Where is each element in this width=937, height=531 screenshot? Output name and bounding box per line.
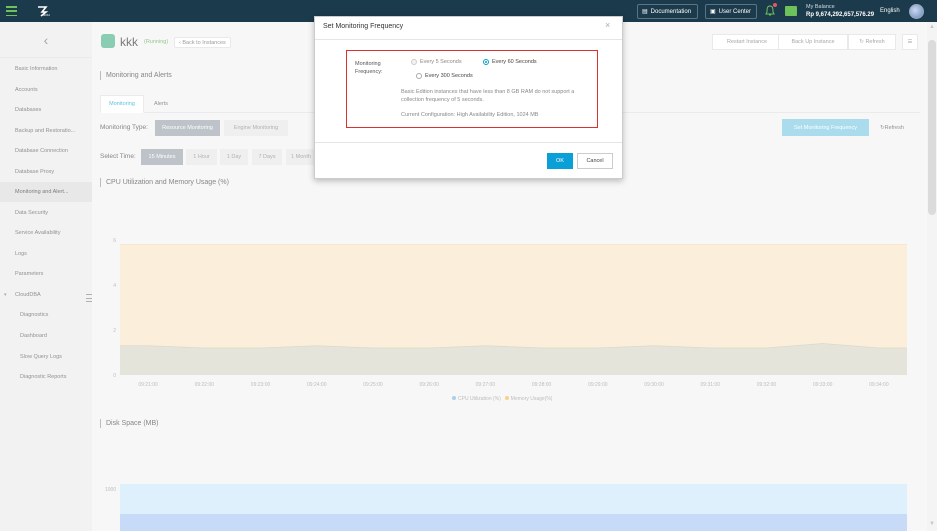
radio-every-300-seconds[interactable]: Every 300 Seconds	[416, 73, 473, 79]
user-icon: ▣	[710, 9, 716, 15]
radio-every-5-seconds[interactable]: Every 5 Seconds	[411, 59, 462, 65]
notification-dot	[773, 3, 777, 7]
wallet-icon[interactable]	[785, 6, 797, 16]
documentation-label: Documentation	[650, 8, 692, 15]
hamburger-menu-icon[interactable]	[6, 6, 17, 16]
user-center-label: User Center	[718, 8, 752, 15]
document-icon: ▤	[642, 9, 648, 15]
radio-label: Every 300 Seconds	[425, 73, 473, 79]
radio-icon	[411, 59, 417, 65]
radio-checked-icon	[483, 59, 489, 65]
dialog-title: Set Monitoring Frequency	[323, 23, 404, 30]
balance-label: My Balance	[806, 4, 835, 10]
logo-text: dou	[43, 12, 50, 17]
set-frequency-dialog: Set Monitoring Frequency × Monitoring Fr…	[314, 16, 623, 179]
divider	[315, 39, 622, 40]
divider	[315, 142, 622, 143]
frequency-label: Monitoring Frequency:	[355, 61, 383, 75]
language-selector[interactable]: English	[880, 8, 900, 14]
cancel-button[interactable]: Cancel	[577, 153, 613, 169]
balance-value: Rp 9,674,292,657,576.29	[806, 12, 875, 18]
frequency-note: Basic Edition instances that have less t…	[401, 89, 575, 103]
current-configuration: Current Configuration: High Availability…	[401, 112, 539, 118]
radio-icon	[416, 73, 422, 79]
close-icon[interactable]: ×	[605, 20, 610, 30]
avatar[interactable]	[909, 4, 924, 19]
documentation-button[interactable]: ▤ Documentation	[637, 4, 698, 19]
user-center-button[interactable]: ▣ User Center	[705, 4, 757, 19]
ok-button[interactable]: OK	[547, 153, 573, 169]
radio-label: Every 5 Seconds	[420, 59, 462, 65]
radio-label: Every 60 Seconds	[492, 59, 537, 65]
radio-every-60-seconds[interactable]: Every 60 Seconds	[483, 59, 537, 65]
